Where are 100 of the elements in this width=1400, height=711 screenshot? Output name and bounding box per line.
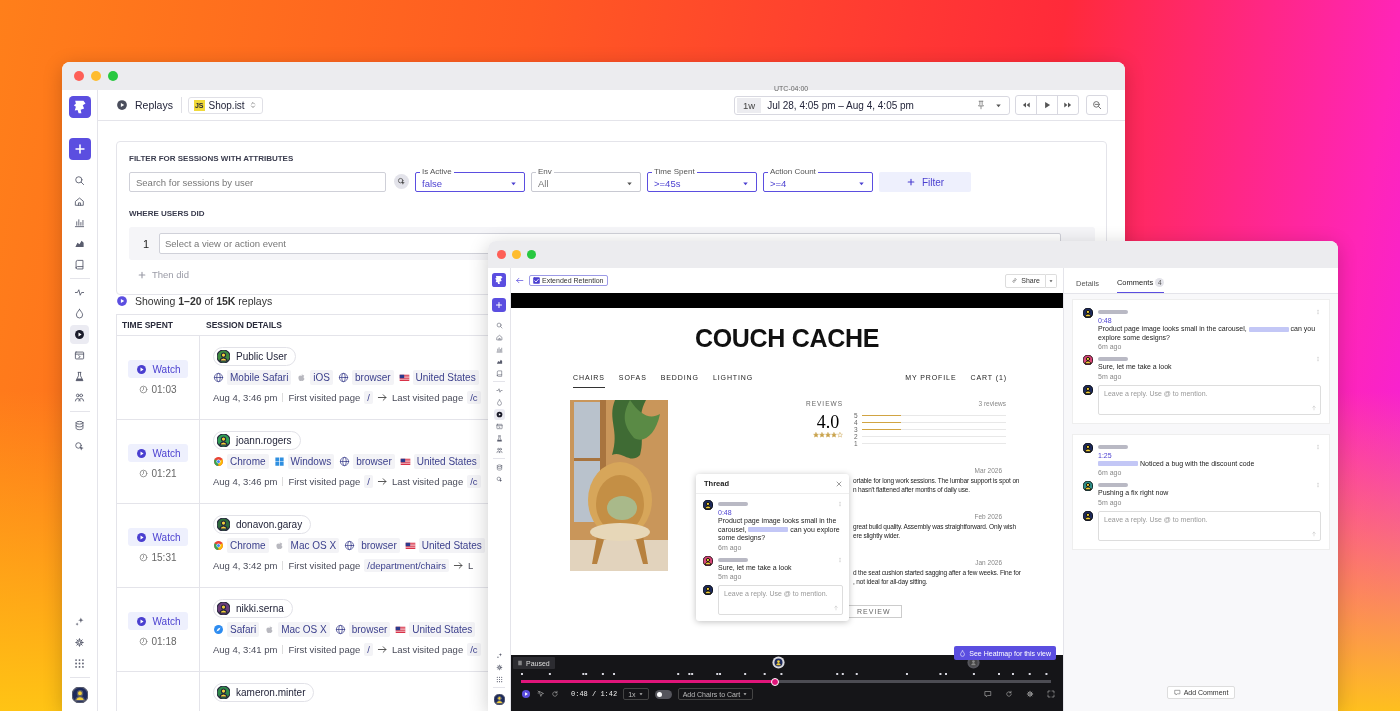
tag: browser	[352, 370, 394, 385]
arrow-icon	[376, 392, 388, 403]
chevrons-icon	[248, 101, 257, 109]
pin-icon	[976, 100, 986, 110]
progress-track[interactable]	[521, 680, 1051, 683]
page-path: /department/chairs	[364, 559, 449, 572]
close-icon[interactable]	[835, 479, 843, 488]
close-window-button[interactable]	[74, 71, 84, 81]
plus-icon	[905, 177, 916, 187]
close-window-button[interactable]	[497, 250, 506, 259]
settings-icon[interactable]	[493, 661, 505, 673]
caret-icon	[742, 691, 749, 697]
caret-icon	[637, 691, 644, 697]
replay-icon	[116, 99, 128, 111]
watch-button[interactable]: Watch	[128, 360, 188, 378]
zoom-out-button[interactable]	[1086, 95, 1108, 115]
blurred-name	[1098, 357, 1128, 361]
progress-thumb[interactable]	[771, 677, 780, 686]
search-field[interactable]: Search for sessions by user	[129, 172, 386, 192]
store-logo: COUCH CACHE	[693, 326, 881, 351]
duration: 01:03	[151, 384, 177, 395]
watch-button[interactable]: Watch	[128, 444, 188, 462]
visit-label: First visited page	[288, 392, 361, 403]
page-path: /	[364, 391, 373, 404]
time-range-picker[interactable]: 1w Jul 28, 4:05 pm – Aug 4, 4:05 pm	[734, 95, 1010, 115]
chrome-icon	[213, 540, 224, 551]
blurred-name	[1098, 483, 1128, 487]
page-path: /c	[467, 475, 481, 488]
droplet-icon	[959, 649, 967, 657]
arrow-icon	[376, 644, 388, 655]
globe-icon	[344, 540, 356, 551]
results-summary: Showing 1–20 of 15K replays	[135, 295, 273, 307]
apple-icon	[273, 540, 285, 551]
tag: United States	[412, 370, 479, 385]
tag: United States	[413, 454, 480, 469]
visit-label: First visited page	[288, 560, 361, 571]
globe-icon	[338, 372, 350, 383]
tag: Mac OS X	[278, 622, 330, 637]
avatar-icon	[703, 585, 713, 595]
clock-icon	[139, 469, 149, 478]
back-arrow-icon[interactable]	[515, 276, 524, 285]
duration: 01:21	[151, 468, 177, 479]
rewind-icon[interactable]	[551, 690, 559, 698]
cut-label: L	[467, 560, 474, 571]
globe-icon	[213, 372, 224, 383]
tag: browser	[348, 622, 391, 637]
tag: United States	[418, 538, 485, 553]
tag: Chrome	[227, 454, 269, 469]
share-menu-button[interactable]	[1046, 273, 1057, 288]
arrow-icon	[452, 560, 464, 571]
add-button[interactable]	[68, 138, 91, 160]
clock-icon	[139, 385, 149, 394]
maximize-window-button[interactable]	[527, 250, 536, 259]
comment-icon[interactable]	[984, 690, 992, 698]
visit-label: First visited page	[288, 644, 361, 655]
maximize-window-button[interactable]	[108, 71, 118, 81]
visit-label: Last visited page	[391, 644, 464, 655]
rating-score: 4.0	[816, 412, 840, 432]
flag-icon	[399, 456, 411, 467]
avatar-icon	[71, 687, 88, 703]
session-date: Aug 4, 3:42 pm	[213, 560, 278, 571]
play-icon[interactable]	[493, 408, 505, 420]
duration: 15:31	[151, 552, 177, 563]
arrow-icon	[376, 476, 388, 487]
comment-marker-icon[interactable]	[772, 656, 785, 669]
visit-label: Last visited page	[391, 392, 464, 403]
fullscreen-icon[interactable]	[1047, 690, 1055, 698]
blurred-name	[718, 557, 748, 562]
caret-icon	[509, 179, 518, 188]
link-icon	[1011, 277, 1019, 284]
replay-icon[interactable]	[1005, 690, 1013, 698]
comment-icon	[1173, 689, 1181, 696]
toggle-switch[interactable]	[654, 689, 672, 699]
watch-button[interactable]: Watch	[128, 528, 188, 546]
clock-icon	[139, 637, 149, 646]
flag-icon	[395, 624, 407, 635]
tag: Mac OS X	[287, 538, 340, 553]
click-icon[interactable]	[537, 690, 545, 698]
settings-icon[interactable]	[1026, 690, 1034, 698]
watch-button[interactable]: Watch	[128, 612, 188, 630]
play-icon	[135, 615, 147, 627]
play-icon[interactable]	[70, 325, 89, 344]
checkbox[interactable]	[533, 277, 540, 284]
add-button[interactable]	[492, 298, 506, 312]
column-header: TIME SPENT	[121, 320, 173, 330]
session-date: Aug 4, 3:41 pm	[213, 644, 278, 655]
filter-button[interactable]: Filter	[879, 172, 971, 192]
clock-icon	[139, 553, 149, 562]
page-path: /c	[467, 391, 481, 404]
play-button[interactable]	[521, 689, 531, 699]
tag: Windows	[287, 454, 335, 469]
user-filter-icon[interactable]	[394, 174, 409, 189]
tag: browser	[353, 454, 395, 469]
column-header: SESSION DETAILS	[205, 320, 282, 330]
divider-line	[282, 561, 284, 570]
logo-icon[interactable]	[68, 96, 91, 118]
page-path: /	[364, 643, 373, 656]
divider-line	[282, 393, 284, 402]
logo-icon[interactable]	[492, 273, 506, 287]
play-icon	[135, 447, 147, 459]
